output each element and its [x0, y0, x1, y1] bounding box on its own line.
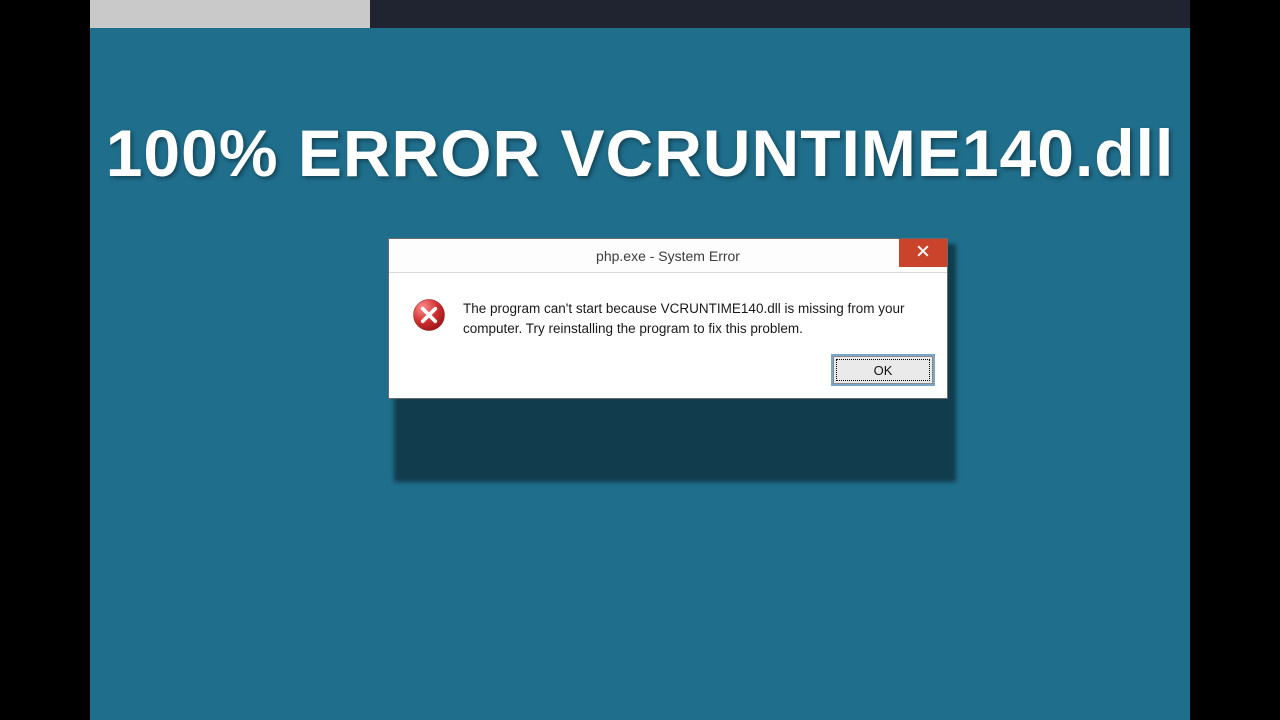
dialog-title: php.exe - System Error [389, 248, 947, 264]
dialog-button-row: OK [389, 356, 947, 398]
headline-text: 100% ERROR VCRUNTIME140.dll [106, 115, 1175, 191]
ok-button[interactable]: OK [833, 356, 933, 384]
dialog-body: The program can't start because VCRUNTIM… [389, 273, 947, 356]
close-button[interactable] [899, 239, 947, 267]
dialog-titlebar[interactable]: php.exe - System Error [389, 239, 947, 273]
dialog-message: The program can't start because VCRUNTIM… [463, 297, 925, 338]
thumbnail-stage: 100% ERROR VCRUNTIME140.dll php.exe - Sy… [90, 0, 1190, 720]
close-icon [917, 245, 929, 261]
window-top-strip [90, 0, 1190, 28]
error-dialog: php.exe - System Error [388, 238, 948, 399]
error-icon [411, 297, 447, 333]
